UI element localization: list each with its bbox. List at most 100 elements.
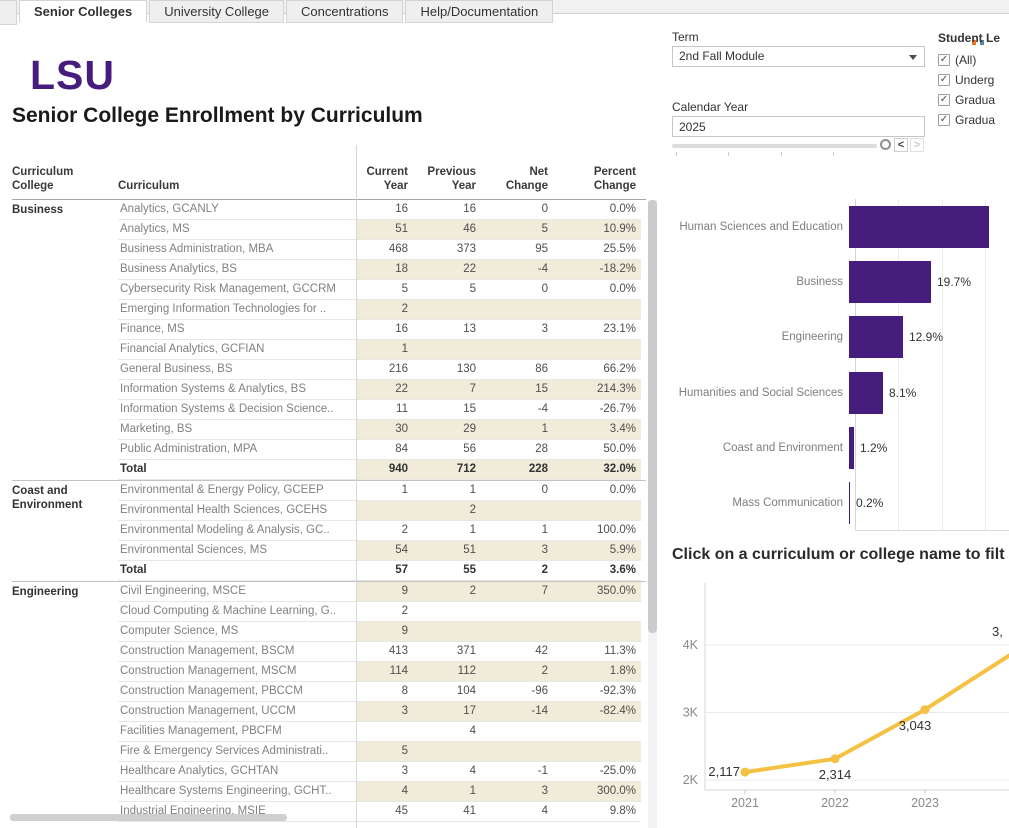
table-row[interactable]: Financial Analytics, GCFIAN1 [118, 340, 641, 360]
curriculum-cell[interactable]: Healthcare Analytics, GCHTAN [118, 762, 356, 781]
tab-help-documentation[interactable]: Help/Documentation [405, 0, 553, 23]
header-current-year[interactable]: Current Year [356, 165, 413, 193]
table-row[interactable]: Public Administration, MPA84562850.0% [118, 440, 641, 460]
header-curriculum-college[interactable]: Curriculum College [12, 165, 118, 193]
table-row[interactable]: Business Administration, MBA4683739525.5… [118, 240, 641, 260]
curriculum-cell[interactable]: Total [118, 460, 356, 479]
bar[interactable] [849, 316, 903, 358]
table-row[interactable]: Construction Management, UCCM317-14-82.4… [118, 702, 641, 722]
table-row[interactable]: Construction Management, MSCM11411221.8% [118, 662, 641, 682]
curriculum-cell[interactable]: Computer Science, MS [118, 622, 356, 641]
checkbox-checked-icon[interactable]: ✓ [938, 54, 950, 66]
bar-category-label[interactable]: Human Sciences and Education [672, 221, 849, 233]
bar-category-label[interactable]: Engineering [672, 331, 849, 343]
student-level-option[interactable]: ✓(All) [938, 50, 1009, 70]
curriculum-cell[interactable]: Information Systems & Analytics, BS [118, 380, 356, 399]
table-row[interactable]: Construction Management, PBCCM8104-96-92… [118, 682, 641, 702]
table-row[interactable]: General Business, BS2161308666.2% [118, 360, 641, 380]
header-previous-year[interactable]: Previous Year [413, 165, 481, 193]
curriculum-cell[interactable]: Financial Analytics, GCFIAN [118, 340, 356, 359]
table-row[interactable]: Construction Management, BSCM4133714211.… [118, 642, 641, 662]
curriculum-cell[interactable]: Total [118, 561, 356, 580]
calendar-year-slider-track[interactable] [672, 144, 877, 148]
checkbox-checked-icon[interactable]: ✓ [938, 114, 950, 126]
table-row[interactable]: Finance, MS1613323.1% [118, 320, 641, 340]
slider-next-button[interactable]: > [910, 138, 924, 152]
student-level-option[interactable]: ✓Underg [938, 70, 1009, 90]
table-row[interactable]: Analytics, GCANLY161600.0% [118, 200, 641, 220]
college-name-cell[interactable]: Engineering [12, 582, 118, 822]
student-level-option[interactable]: ✓Gradua [938, 90, 1009, 110]
table-row[interactable]: Total575523.6% [118, 561, 641, 581]
curriculum-cell[interactable]: Healthcare Systems Engineering, GCHT.. [118, 782, 356, 801]
tab-concentrations[interactable]: Concentrations [286, 0, 403, 23]
curriculum-cell[interactable]: Civil Engineering, MSCE [118, 582, 356, 601]
curriculum-cell[interactable]: General Business, BS [118, 360, 356, 379]
table-row[interactable]: Analytics, MS5146510.9% [118, 220, 641, 240]
bar-category-label[interactable]: Humanities and Social Sciences [672, 387, 849, 399]
curriculum-cell[interactable]: Environmental Health Sciences, GCEHS [118, 501, 356, 520]
curriculum-cell[interactable]: Environmental Modeling & Analysis, GC.. [118, 521, 356, 540]
table-row[interactable]: Facilities Management, PBCFM4 [118, 722, 641, 742]
bar[interactable] [849, 261, 931, 303]
bar-category-label[interactable]: Mass Communication [672, 497, 849, 509]
enrollment-trend-line-chart[interactable]: 2K3K4K2021202220232,1172,3143,0433, [672, 575, 1009, 828]
curriculum-cell[interactable]: Marketing, BS [118, 420, 356, 439]
curriculum-cell[interactable]: Business Analytics, BS [118, 260, 356, 279]
college-name-cell[interactable]: Coast and Environment [12, 481, 118, 581]
curriculum-cell[interactable]: Construction Management, MSCM [118, 662, 356, 681]
curriculum-cell[interactable]: Emerging Information Technologies for .. [118, 300, 356, 319]
table-row[interactable]: Computer Science, MS9 [118, 622, 641, 642]
calendar-year-slider-handle[interactable] [880, 139, 891, 150]
header-percent-change[interactable]: Percent Change [553, 165, 641, 193]
bar-category-label[interactable]: Coast and Environment [672, 442, 849, 454]
curriculum-cell[interactable]: Analytics, MS [118, 220, 356, 239]
term-dropdown[interactable]: 2nd Fall Module [672, 46, 925, 67]
curriculum-cell[interactable]: Analytics, GCANLY [118, 200, 356, 219]
table-vertical-scrollbar[interactable] [648, 200, 657, 828]
table-row[interactable]: Environmental Sciences, MS545135.9% [118, 541, 641, 561]
bar[interactable] [849, 206, 989, 248]
curriculum-cell[interactable]: Environmental & Energy Policy, GCEEP [118, 481, 356, 500]
table-row[interactable]: Business Analytics, BS1822-4-18.2% [118, 260, 641, 280]
table-row[interactable]: Emerging Information Technologies for ..… [118, 300, 641, 320]
table-row[interactable]: Environmental Modeling & Analysis, GC..2… [118, 521, 641, 541]
bar-category-label[interactable]: Business [672, 276, 849, 288]
vertical-scrollbar-thumb[interactable] [648, 200, 657, 633]
table-row[interactable]: Environmental Health Sciences, GCEHS2 [118, 501, 641, 521]
header-net-change[interactable]: Net Change [481, 165, 553, 193]
table-row[interactable]: Marketing, BS302913.4% [118, 420, 641, 440]
table-row[interactable]: Healthcare Systems Engineering, GCHT..41… [118, 782, 641, 802]
calendar-year-input[interactable] [672, 116, 925, 137]
curriculum-cell[interactable]: Cloud Computing & Machine Learning, G.. [118, 602, 356, 621]
tab-senior-colleges[interactable]: Senior Colleges [19, 0, 147, 23]
horizontal-scrollbar-thumb[interactable] [10, 814, 287, 821]
table-row[interactable]: Information Systems & Analytics, BS22715… [118, 380, 641, 400]
curriculum-cell[interactable]: Cybersecurity Risk Management, GCCRM [118, 280, 356, 299]
curriculum-cell[interactable]: Business Administration, MBA [118, 240, 356, 259]
table-row[interactable]: Environmental & Energy Policy, GCEEP1100… [118, 481, 641, 501]
curriculum-cell[interactable]: Construction Management, PBCCM [118, 682, 356, 701]
table-row[interactable]: Information Systems & Decision Science..… [118, 400, 641, 420]
curriculum-cell[interactable]: Facilities Management, PBCFM [118, 722, 356, 741]
curriculum-cell[interactable]: Finance, MS [118, 320, 356, 339]
table-row[interactable]: Cloud Computing & Machine Learning, G..2 [118, 602, 641, 622]
table-row[interactable]: Cybersecurity Risk Management, GCCRM5500… [118, 280, 641, 300]
bar[interactable] [849, 482, 850, 524]
student-level-option[interactable]: ✓Gradua [938, 110, 1009, 130]
table-row[interactable]: Total94071222832.0% [118, 460, 641, 480]
checkbox-checked-icon[interactable]: ✓ [938, 94, 950, 106]
curriculum-cell[interactable]: Information Systems & Decision Science.. [118, 400, 356, 419]
curriculum-cell[interactable]: Fire & Emergency Services Administrati.. [118, 742, 356, 761]
bar[interactable] [849, 427, 854, 469]
curriculum-cell[interactable]: Public Administration, MPA [118, 440, 356, 459]
table-row[interactable]: Healthcare Analytics, GCHTAN34-1-25.0% [118, 762, 641, 782]
table-row[interactable]: Fire & Emergency Services Administrati..… [118, 742, 641, 762]
checkbox-checked-icon[interactable]: ✓ [938, 74, 950, 86]
curriculum-cell[interactable]: Construction Management, BSCM [118, 642, 356, 661]
curriculum-cell[interactable]: Construction Management, UCCM [118, 702, 356, 721]
slider-previous-button[interactable]: < [894, 138, 908, 152]
table-row[interactable]: Civil Engineering, MSCE927350.0% [118, 582, 641, 602]
tab-university-college[interactable]: University College [149, 0, 284, 23]
curriculum-cell[interactable]: Environmental Sciences, MS [118, 541, 356, 560]
